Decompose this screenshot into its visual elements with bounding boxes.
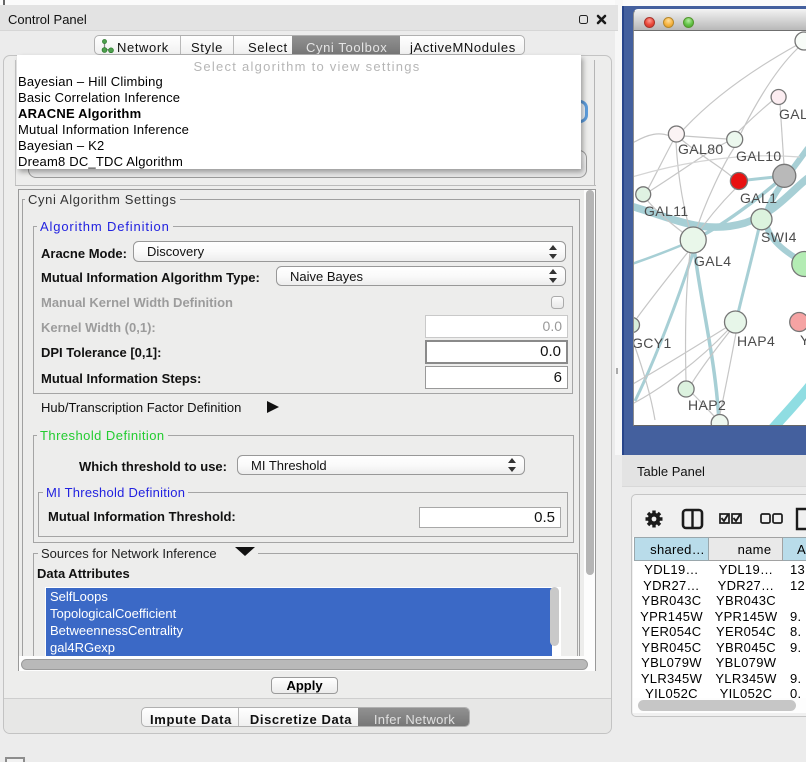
svg-text:GAL2: GAL2: [779, 106, 806, 122]
svg-text:GAL10: GAL10: [736, 148, 782, 164]
svg-text:GCY1: GCY1: [634, 335, 672, 351]
svg-text:GAL1: GAL1: [740, 190, 777, 206]
svg-text:SWI4: SWI4: [761, 229, 797, 245]
svg-text:Y: Y: [800, 332, 806, 348]
svg-text:GAL11: GAL11: [644, 203, 689, 219]
svg-text:HAP2: HAP2: [688, 397, 726, 413]
svg-text:GAL4: GAL4: [694, 253, 731, 269]
svg-text:GAL80: GAL80: [678, 141, 724, 157]
svg-text:HAP4: HAP4: [737, 333, 775, 349]
